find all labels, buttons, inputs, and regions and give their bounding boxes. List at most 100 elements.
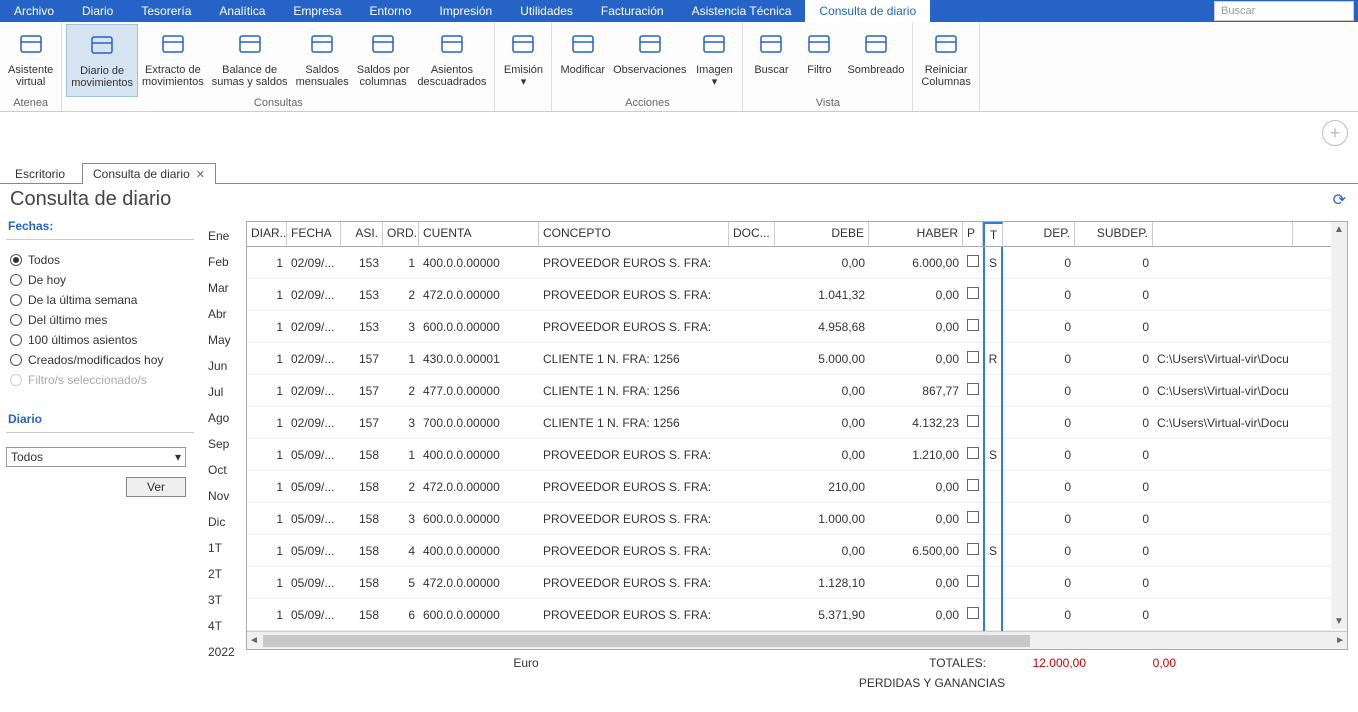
col-header[interactable]: T xyxy=(983,222,1003,246)
col-header[interactable]: DEP. xyxy=(1003,222,1075,246)
checkbox[interactable] xyxy=(967,479,979,491)
filter-radio-4[interactable]: 100 últimos asientos xyxy=(6,330,194,350)
ribbon-emision[interactable]: Emisión▾ xyxy=(499,24,547,109)
table-row[interactable]: 105/09/...1582472.0.0.00000PROVEEDOR EUR… xyxy=(247,471,1347,503)
month-dic[interactable]: Dic xyxy=(200,509,246,535)
checkbox[interactable] xyxy=(967,255,979,267)
tab-escritorio[interactable]: Escritorio xyxy=(4,163,76,184)
table-row[interactable]: 105/09/...1581400.0.0.00000PROVEEDOR EUR… xyxy=(247,439,1347,471)
scroll-thumb[interactable] xyxy=(263,635,1030,647)
month-ene[interactable]: Ene xyxy=(200,223,246,249)
checkbox[interactable] xyxy=(967,607,979,619)
ribbon-saldos-m[interactable]: Saldosmensuales xyxy=(292,24,353,97)
scroll-down-icon[interactable]: ▼ xyxy=(1332,614,1346,629)
checkbox[interactable] xyxy=(967,447,979,459)
diario-combo[interactable]: Todos▾ xyxy=(6,447,186,467)
table-row[interactable]: 102/09/...1571430.0.0.00001CLIENTE 1 N. … xyxy=(247,343,1347,375)
menu-diario[interactable]: Diario xyxy=(68,0,127,22)
month-nov[interactable]: Nov xyxy=(200,483,246,509)
col-header[interactable]: DEBE xyxy=(775,222,869,246)
checkbox[interactable] xyxy=(967,511,979,523)
menu-facturación[interactable]: Facturación xyxy=(587,0,678,22)
col-header[interactable]: DIAR.. xyxy=(247,222,287,246)
col-header[interactable]: SUBDEP. xyxy=(1075,222,1153,246)
menu-entorno[interactable]: Entorno xyxy=(355,0,425,22)
table-row[interactable]: 105/09/...1586600.0.0.00000PROVEEDOR EUR… xyxy=(247,599,1347,631)
scroll-right-icon[interactable]: ► xyxy=(1335,635,1345,646)
checkbox[interactable] xyxy=(967,415,979,427)
table-row[interactable]: 102/09/...1533600.0.0.00000PROVEEDOR EUR… xyxy=(247,311,1347,343)
ribbon-buscar[interactable]: Buscar xyxy=(747,24,795,97)
table-row[interactable]: 102/09/...1572477.0.0.00000CLIENTE 1 N. … xyxy=(247,375,1347,407)
table-row[interactable]: 105/09/...1585472.0.0.00000PROVEEDOR EUR… xyxy=(247,567,1347,599)
search-input[interactable]: Buscar xyxy=(1214,1,1354,21)
table-row[interactable]: 105/09/...1583600.0.0.00000PROVEEDOR EUR… xyxy=(247,503,1347,535)
month-jun[interactable]: Jun xyxy=(200,353,246,379)
scroll-up-icon[interactable]: ▲ xyxy=(1332,222,1346,237)
menu-utilidades[interactable]: Utilidades xyxy=(506,0,587,22)
col-header[interactable]: ASI. xyxy=(341,222,383,246)
checkbox[interactable] xyxy=(967,319,979,331)
col-header[interactable]: ORD. xyxy=(383,222,419,246)
ribbon-sombreado[interactable]: Sombreado xyxy=(843,24,908,97)
checkbox[interactable] xyxy=(967,543,979,555)
filter-radio-5[interactable]: Creados/modificados hoy xyxy=(6,350,194,370)
add-tab-button[interactable]: + xyxy=(1322,120,1348,146)
col-header[interactable]: FECHA xyxy=(287,222,341,246)
ribbon-modificar[interactable]: Modificar xyxy=(556,24,609,97)
horizontal-scrollbar[interactable]: ◄ ► xyxy=(247,631,1347,649)
menu-tesorería[interactable]: Tesorería xyxy=(127,0,205,22)
table-row[interactable]: 102/09/...1532472.0.0.00000PROVEEDOR EUR… xyxy=(247,279,1347,311)
checkbox[interactable] xyxy=(967,383,979,395)
col-header[interactable]: P xyxy=(963,222,983,246)
filter-radio-0[interactable]: Todos xyxy=(6,250,194,270)
filter-radio-1[interactable]: De hoy xyxy=(6,270,194,290)
checkbox[interactable] xyxy=(967,287,979,299)
checkbox[interactable] xyxy=(967,351,979,363)
ribbon-asistente[interactable]: Asistentevirtual xyxy=(4,24,57,97)
tab-consulta-de-diario[interactable]: Consulta de diario✕ xyxy=(82,163,216,184)
month-sep[interactable]: Sep xyxy=(200,431,246,457)
close-icon[interactable]: ✕ xyxy=(196,168,205,181)
ver-button[interactable]: Ver xyxy=(126,477,186,497)
ribbon-saldos-c[interactable]: Saldos porcolumnas xyxy=(353,24,414,97)
checkbox[interactable] xyxy=(967,575,979,587)
col-header[interactable]: CUENTA xyxy=(419,222,539,246)
menu-asistencia-técnica[interactable]: Asistencia Técnica xyxy=(678,0,806,22)
col-header[interactable]: DOC... xyxy=(729,222,775,246)
month-mar[interactable]: Mar xyxy=(200,275,246,301)
table-row[interactable]: 102/09/...1531400.0.0.00000PROVEEDOR EUR… xyxy=(247,247,1347,279)
col-header[interactable]: HABER xyxy=(869,222,963,246)
vertical-scrollbar[interactable]: ▲ ▼ xyxy=(1331,222,1347,629)
filter-radio-3[interactable]: Del último mes xyxy=(6,310,194,330)
menu-consulta-de-diario[interactable]: Consulta de diario xyxy=(805,0,930,22)
ribbon-balance[interactable]: Balance desumas y saldos xyxy=(208,24,292,97)
month-feb[interactable]: Feb xyxy=(200,249,246,275)
col-header[interactable] xyxy=(1153,222,1293,246)
menu-impresión[interactable]: Impresión xyxy=(425,0,506,22)
month-oct[interactable]: Oct xyxy=(200,457,246,483)
ribbon-asientos-d[interactable]: Asientosdescuadrados xyxy=(413,24,490,97)
month-jul[interactable]: Jul xyxy=(200,379,246,405)
table-row[interactable]: 102/09/...1573700.0.0.00000CLIENTE 1 N. … xyxy=(247,407,1347,439)
month-1t[interactable]: 1T xyxy=(200,535,246,561)
refresh-icon[interactable]: ⟳ xyxy=(1333,190,1346,210)
menu-analítica[interactable]: Analítica xyxy=(205,0,279,22)
month-abr[interactable]: Abr xyxy=(200,301,246,327)
menu-empresa[interactable]: Empresa xyxy=(279,0,355,22)
ribbon-diario-mov[interactable]: Diario demovimientos xyxy=(66,24,138,97)
menu-archivo[interactable]: Archivo xyxy=(0,0,68,22)
ribbon-reiniciar[interactable]: ReiniciarColumnas xyxy=(917,24,975,109)
month-3t[interactable]: 3T xyxy=(200,587,246,613)
ribbon-extracto[interactable]: Extracto demovimientos xyxy=(138,24,208,97)
ribbon-observ[interactable]: Observaciones xyxy=(609,24,690,97)
filter-radio-2[interactable]: De la última semana xyxy=(6,290,194,310)
col-header[interactable]: CONCEPTO xyxy=(539,222,729,246)
month-2t[interactable]: 2T xyxy=(200,561,246,587)
table-row[interactable]: 105/09/...1584400.0.0.00000PROVEEDOR EUR… xyxy=(247,535,1347,567)
month-2022[interactable]: 2022 xyxy=(200,639,246,665)
month-may[interactable]: May xyxy=(200,327,246,353)
ribbon-imagen[interactable]: Imagen▾ xyxy=(690,24,738,97)
ribbon-filtro[interactable]: Filtro xyxy=(795,24,843,97)
scroll-left-icon[interactable]: ◄ xyxy=(249,635,259,646)
